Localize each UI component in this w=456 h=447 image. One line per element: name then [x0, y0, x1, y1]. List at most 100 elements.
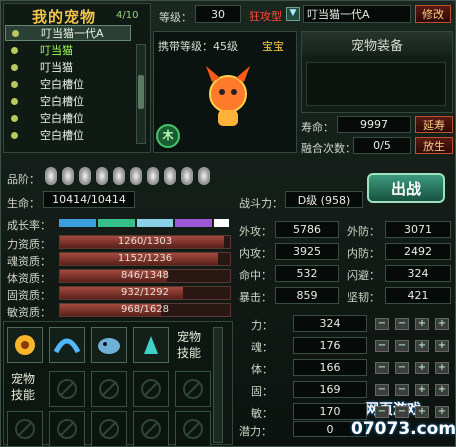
equip-slots[interactable] — [306, 62, 446, 106]
pet-list-item[interactable]: 空白槽位 — [5, 93, 131, 109]
fight-button[interactable]: 出战 — [367, 173, 445, 203]
attribute-minus-icon[interactable]: − — [395, 318, 409, 330]
combat-stat-label: 坚韧： — [347, 291, 380, 304]
pet-list-label: 叮当猫一代A — [41, 27, 104, 40]
watermark-site: 07073.com — [351, 419, 456, 439]
pet-slot-dot-icon — [11, 46, 18, 54]
attribute-plus-icon[interactable]: + — [415, 384, 429, 396]
empty-skill-slot[interactable] — [49, 411, 85, 447]
potential-label: 潜力： — [239, 425, 272, 438]
skill-wave-icon[interactable] — [49, 327, 85, 363]
aptitude-label: 体资质： — [7, 272, 51, 285]
attribute-label: 敏： — [251, 407, 273, 420]
pet-type: 狂攻型 — [249, 10, 282, 23]
locked-slot-icon — [57, 419, 77, 439]
skill-claw-icon[interactable] — [133, 327, 169, 363]
attribute-plus-icon[interactable]: + — [415, 318, 429, 330]
attribute-plus-icon[interactable]: + — [415, 406, 429, 418]
attribute-minus-icon[interactable]: − — [395, 406, 409, 418]
aptitude-bar: 846/1348 — [59, 269, 231, 283]
pet-list-item[interactable]: 空白槽位 — [5, 110, 131, 126]
rank-pip-icon — [79, 167, 91, 185]
scroll-thumb[interactable] — [138, 75, 144, 109]
locked-slot-icon — [183, 379, 203, 399]
empty-skill-slot[interactable] — [91, 371, 127, 407]
power-label: 战斗力： — [239, 197, 283, 210]
attribute-value: 170 — [293, 403, 367, 420]
empty-skill-slot[interactable] — [49, 371, 85, 407]
skill-sun-icon[interactable] — [7, 327, 43, 363]
attribute-plus-icon[interactable]: + — [415, 362, 429, 374]
attribute-value: 324 — [293, 315, 367, 332]
pet-slot-dot-icon — [11, 114, 18, 122]
aptitude-bar: 1152/1236 — [59, 252, 231, 266]
rank-pip-icon — [181, 167, 193, 185]
aptitude-value: 932/1292 — [121, 287, 169, 298]
aptitude-bar: 932/1292 — [59, 286, 231, 300]
pet-list-item[interactable]: 空白槽位 — [5, 127, 131, 143]
rank-pip-icon — [96, 167, 108, 185]
pet-slot-dot-icon — [12, 29, 19, 37]
attribute-label: 固： — [251, 385, 273, 398]
pet-list-label: 空白槽位 — [40, 112, 84, 125]
locked-slot-icon — [99, 419, 119, 439]
fusion-value: 0/5 — [353, 137, 411, 154]
attribute-label: 魂： — [251, 341, 273, 354]
pet-list-label: 叮当猫 — [40, 44, 73, 57]
attribute-minus-icon[interactable]: − — [375, 340, 389, 352]
attribute-value: 166 — [293, 359, 367, 376]
level-label: 等级： — [159, 11, 192, 24]
pet-list-item[interactable]: 空白槽位 — [5, 76, 131, 92]
extend-life-button[interactable]: 延寿 — [415, 116, 453, 133]
attribute-plus-icon[interactable]: + — [415, 340, 429, 352]
attribute-minus-icon[interactable]: − — [375, 406, 389, 418]
equip-title: 宠物装备 — [302, 32, 452, 56]
release-button[interactable]: 放生 — [415, 137, 453, 154]
attribute-plus-icon[interactable]: + — [435, 362, 449, 374]
pet-list-item[interactable]: 叮当猫 — [5, 42, 131, 58]
skill-beast-icon[interactable] — [91, 327, 127, 363]
pet-skill-label: 宠物技能 — [177, 330, 202, 360]
attribute-plus-icon[interactable]: + — [435, 340, 449, 352]
attribute-minus-icon[interactable]: − — [395, 340, 409, 352]
aptitude-label: 力资质： — [7, 238, 51, 251]
attribute-plus-icon[interactable]: + — [435, 384, 449, 396]
empty-skill-slot[interactable] — [175, 371, 211, 407]
combat-stat-value: 5786 — [275, 221, 339, 238]
pet-list-scrollbar[interactable] — [136, 44, 146, 144]
panel-title: 我的宠物 — [32, 8, 97, 26]
skills-scrollbar[interactable] — [213, 327, 223, 443]
pet-window: 我的宠物 4/10 等级： 30 狂攻型 ▼ 修改 携带等级：45级 宝宝 木 … — [0, 0, 456, 447]
attribute-minus-icon[interactable]: − — [375, 384, 389, 396]
combat-stat-label: 暴击： — [239, 291, 272, 304]
attribute-label: 力： — [251, 319, 273, 332]
empty-skill-slot[interactable] — [133, 371, 169, 407]
attribute-minus-icon[interactable]: − — [375, 318, 389, 330]
chevron-down-icon[interactable]: ▼ — [286, 7, 300, 21]
attribute-plus-icon[interactable]: + — [435, 318, 449, 330]
pet-name-input[interactable] — [303, 5, 411, 23]
combat-stat-value: 2492 — [385, 243, 451, 260]
aptitude-value: 1260/1303 — [117, 236, 173, 247]
life-value: 9997 — [337, 116, 411, 133]
attribute-plus-icon[interactable]: + — [435, 406, 449, 418]
rank-pip-icon — [130, 167, 142, 185]
empty-skill-slot[interactable] — [133, 411, 169, 447]
life-label: 寿命： — [301, 121, 334, 134]
hp-value: 10414/10414 — [43, 191, 135, 208]
rename-button[interactable]: 修改 — [415, 5, 451, 23]
aptitude-value: 968/1628 — [121, 304, 169, 315]
aptitude-label: 敏资质： — [7, 306, 51, 319]
attribute-minus-icon[interactable]: − — [395, 362, 409, 374]
attribute-minus-icon[interactable]: − — [375, 362, 389, 374]
pet-list-item[interactable]: 叮当猫 — [5, 59, 131, 75]
pet-list-item[interactable]: 叮当猫一代A — [5, 25, 131, 41]
pet-list-label: 空白槽位 — [40, 129, 84, 142]
empty-skill-slot[interactable] — [7, 411, 43, 447]
rank-pip-icon — [62, 167, 74, 185]
pet-count: 4/10 — [116, 10, 139, 21]
empty-skill-slot[interactable] — [91, 411, 127, 447]
empty-skill-slot[interactable] — [175, 411, 211, 447]
attribute-minus-icon[interactable]: − — [395, 384, 409, 396]
growth-bar — [59, 219, 229, 227]
